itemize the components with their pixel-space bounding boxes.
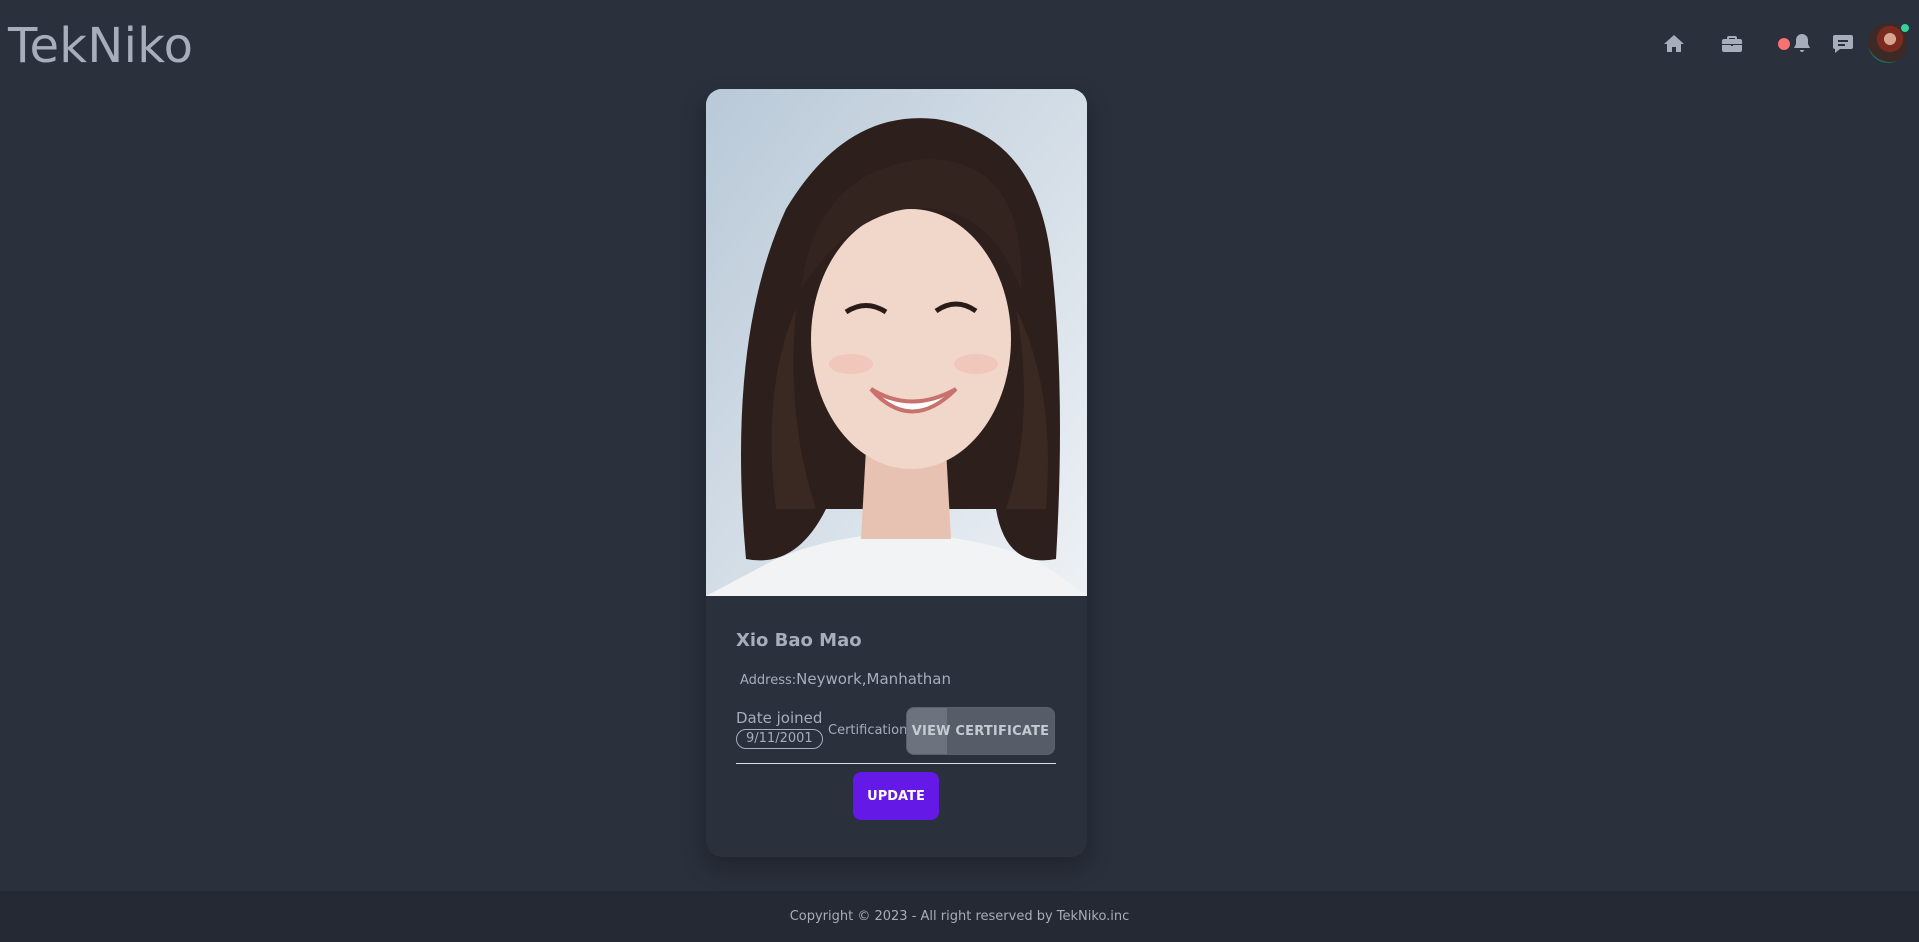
card-body: Xio Bao Mao Address:Neywork,Manhathan Da… xyxy=(736,629,1056,820)
copyright-text: Copyright © 2023 - All right reserved by… xyxy=(789,909,1130,924)
navbar: TekNiko xyxy=(0,0,1919,88)
online-status-indicator xyxy=(1900,23,1910,33)
update-button[interactable]: UPDATE xyxy=(853,772,939,820)
info-row: Date joined 9/11/2001 Certification VIEW… xyxy=(736,707,1056,755)
certification-label: Certification xyxy=(828,723,908,738)
update-wrapper: UPDATE xyxy=(736,772,1056,820)
view-certificate-button[interactable]: VIEW CERTIFICATE xyxy=(906,707,1055,755)
date-joined-label: Date joined xyxy=(736,709,823,727)
divider xyxy=(736,763,1056,764)
address-value: Neywork,Manhathan xyxy=(796,670,951,688)
profile-card: Xio Bao Mao Address:Neywork,Manhathan Da… xyxy=(706,89,1087,857)
chat-icon[interactable] xyxy=(1827,28,1859,60)
brand-logo[interactable]: TekNiko xyxy=(8,18,193,74)
address-label: Address: xyxy=(740,673,797,688)
profile-photo-illustration xyxy=(706,89,1087,596)
date-joined-badge: 9/11/2001 xyxy=(736,729,823,749)
footer: Copyright © 2023 - All right reserved by… xyxy=(0,891,1919,942)
address-row: Address:Neywork,Manhathan xyxy=(736,669,1056,691)
home-icon[interactable] xyxy=(1658,28,1690,60)
bell-icon[interactable] xyxy=(1786,28,1818,60)
profile-name: Xio Bao Mao xyxy=(736,630,862,651)
profile-photo xyxy=(706,89,1087,596)
briefcase-icon[interactable] xyxy=(1716,28,1748,60)
